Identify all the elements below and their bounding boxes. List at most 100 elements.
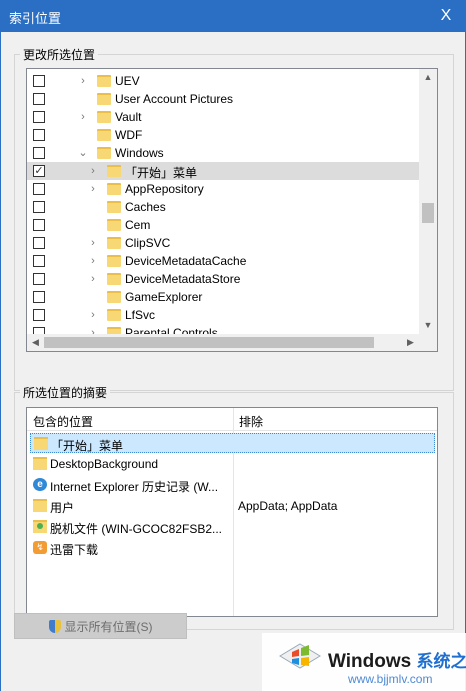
folder-icon: [97, 147, 111, 159]
chevron-right-icon[interactable]: ›: [87, 163, 99, 179]
scroll-left-arrow-icon[interactable]: ◀: [27, 334, 44, 351]
show-all-locations-label: 显示所有位置(S): [64, 619, 153, 634]
included-location-name: Internet Explorer 历史记录 (W...: [50, 480, 219, 494]
chevron-right-icon[interactable]: ›: [87, 271, 99, 287]
chevron-right-icon[interactable]: ›: [87, 307, 99, 323]
scroll-down-arrow-icon[interactable]: ▼: [419, 317, 437, 334]
tree-row[interactable]: › DeviceMetadataStore: [27, 270, 419, 288]
location-checkbox[interactable]: [33, 255, 45, 267]
tree-row-label: AppRepository: [125, 182, 204, 196]
chevron-right-icon[interactable]: ›: [87, 253, 99, 269]
chevron-right-icon: [87, 217, 99, 233]
chevron-right-icon[interactable]: ›: [87, 235, 99, 251]
summary-list-item[interactable]: DesktopBackground: [30, 454, 435, 474]
folder-icon: [97, 129, 111, 141]
location-checkbox[interactable]: [33, 291, 45, 303]
summary-list-item[interactable]: ↯ 迅雷下载: [30, 538, 435, 558]
included-location-name: 迅雷下载: [50, 543, 99, 557]
location-checkbox[interactable]: [33, 183, 45, 195]
excluded-locations: AppData; AppData: [238, 499, 338, 513]
scroll-up-arrow-icon[interactable]: ▲: [419, 69, 437, 86]
tree-row[interactable]: WDF: [27, 126, 419, 144]
tree-row[interactable]: ⌄ Windows: [27, 144, 419, 162]
tree-row[interactable]: › DeviceMetadataCache: [27, 252, 419, 270]
watermark-brand: Windows 系统之家: [328, 647, 466, 673]
tree-row[interactable]: ✓ › 「开始」菜单: [27, 162, 419, 180]
chevron-right-icon[interactable]: ›: [87, 181, 99, 197]
tree-row[interactable]: › Vault: [27, 108, 419, 126]
watermark-brand-en: Windows: [328, 651, 412, 672]
summary-list-item[interactable]: e Internet Explorer 历史记录 (W...: [30, 475, 435, 495]
tree-row[interactable]: User Account Pictures: [27, 90, 419, 108]
location-checkbox[interactable]: [33, 309, 45, 321]
tree-row[interactable]: › ClipSVC: [27, 234, 419, 252]
summary-list-item[interactable]: 「开始」菜单: [30, 433, 435, 453]
tree-row-label: ClipSVC: [125, 236, 171, 250]
chevron-right-icon: [87, 289, 99, 305]
folder-icon: [107, 165, 121, 177]
location-checkbox[interactable]: [33, 273, 45, 285]
location-tree[interactable]: › Parental Controls › LfSvc GameExplorer › Dev…: [26, 68, 438, 352]
tree-vertical-scrollbar[interactable]: ▲ ▼: [419, 69, 437, 334]
folder-icon: [107, 255, 121, 267]
ie-icon: e: [33, 478, 47, 491]
offline-files-icon: [33, 520, 47, 533]
summary-list-item[interactable]: 用户 AppData; AppData: [30, 496, 435, 516]
folder-icon: [33, 499, 47, 512]
tree-row-label: Cem: [125, 218, 151, 232]
location-checkbox[interactable]: [33, 129, 45, 141]
location-checkbox[interactable]: [33, 75, 45, 87]
summary-list: 包含的位置 排除 「开始」菜单 DesktopBackground e Interne…: [26, 407, 438, 617]
location-checkbox[interactable]: [33, 201, 45, 213]
summary-list-item[interactable]: 脱机文件 (WIN-GCOC82FSB2...: [30, 517, 435, 537]
tree-row[interactable]: › AppRepository: [27, 180, 419, 198]
show-all-locations-button[interactable]: 显示所有位置(S): [14, 613, 187, 639]
summary-label: 所选位置的摘要: [20, 384, 111, 401]
folder-icon: [107, 273, 121, 285]
folder-icon: [97, 111, 111, 123]
tree-row-label: LfSvc: [125, 308, 156, 322]
folder-icon: [97, 93, 111, 105]
tree-row-label: DeviceMetadataCache: [125, 254, 247, 268]
chevron-right-icon[interactable]: ›: [77, 109, 89, 125]
summary-list-header: 包含的位置 排除: [27, 408, 437, 431]
tree-horizontal-scrollbar[interactable]: ◀ ▶: [27, 334, 419, 351]
xunlei-icon: ↯: [33, 541, 47, 554]
included-location-name: 脱机文件 (WIN-GCOC82FSB2...: [50, 522, 223, 536]
tree-row[interactable]: Cem: [27, 216, 419, 234]
window-title: 索引位置: [9, 11, 62, 26]
tree-row[interactable]: › LfSvc: [27, 306, 419, 324]
location-checkbox[interactable]: [33, 93, 45, 105]
chevron-right-icon: [77, 127, 89, 143]
tree-row-label: Caches: [125, 200, 166, 214]
folder-icon: [107, 237, 121, 249]
chevron-down-icon[interactable]: ⌄: [77, 145, 89, 161]
watermark-brand-zh: 系统之家: [416, 652, 466, 671]
location-checkbox[interactable]: [33, 147, 45, 159]
column-header-included[interactable]: 包含的位置: [33, 413, 93, 430]
included-location-name: 「开始」菜单: [51, 439, 124, 453]
tree-row-label: DeviceMetadataStore: [125, 272, 241, 286]
scroll-thumb[interactable]: [422, 203, 434, 223]
scroll-thumb-horizontal[interactable]: [44, 337, 374, 348]
tree-row-label: UEV: [115, 74, 140, 88]
location-checkbox[interactable]: [33, 219, 45, 231]
location-checkbox[interactable]: [33, 111, 45, 123]
scroll-right-arrow-icon[interactable]: ▶: [402, 334, 419, 351]
tree-row[interactable]: › UEV: [27, 72, 419, 90]
uac-shield-icon: [48, 619, 61, 633]
tree-row[interactable]: GameExplorer: [27, 288, 419, 306]
chevron-right-icon[interactable]: ›: [77, 73, 89, 89]
close-button[interactable]: X: [426, 0, 466, 32]
tree-row-label: 「开始」菜单: [125, 166, 198, 180]
location-checkbox[interactable]: [33, 237, 45, 249]
folder-icon: [34, 437, 48, 450]
column-header-excluded[interactable]: 排除: [239, 413, 263, 430]
folder-icon: [107, 291, 121, 303]
change-locations-label: 更改所选位置: [20, 46, 99, 63]
tree-row-label: Vault: [115, 110, 142, 124]
tree-row-label: Windows: [115, 146, 164, 160]
location-checkbox[interactable]: ✓: [33, 165, 45, 177]
windows-logo-icon: [279, 643, 321, 669]
tree-row[interactable]: Caches: [27, 198, 419, 216]
